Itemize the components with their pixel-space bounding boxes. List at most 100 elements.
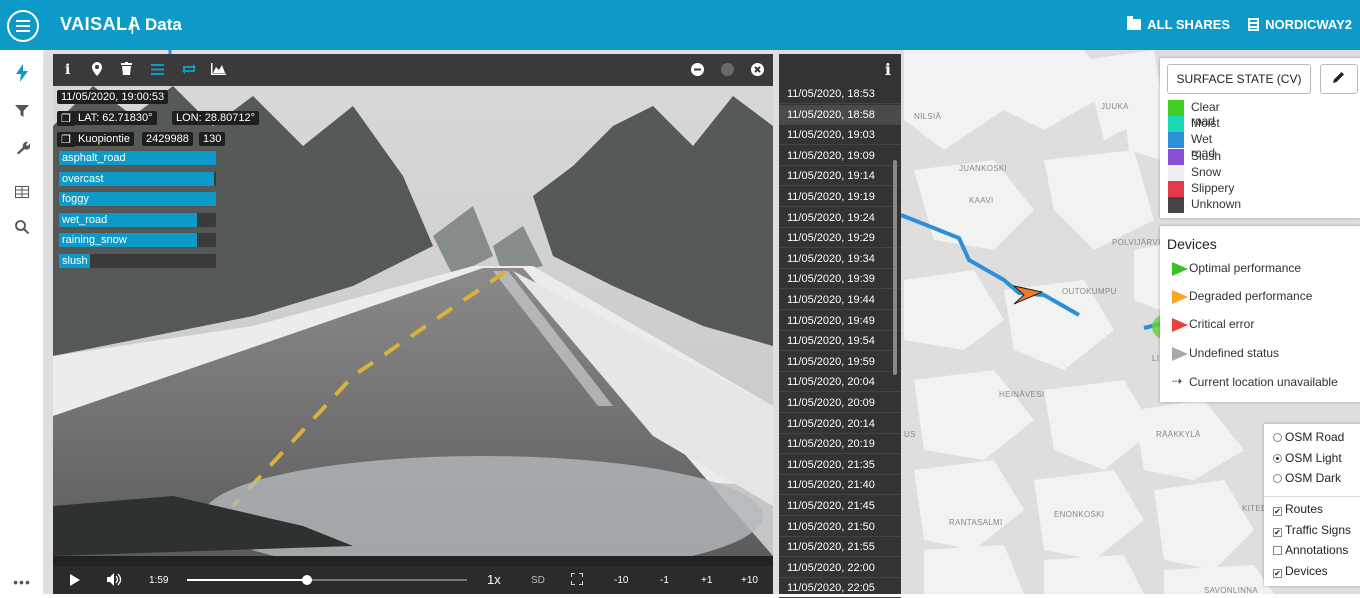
- timestamp-item[interactable]: 11/05/2020, 20:19: [779, 434, 901, 455]
- sidebar: •••: [0, 50, 44, 594]
- timestamp-item[interactable]: 11/05/2020, 22:05: [779, 578, 901, 598]
- timestamp-item[interactable]: 11/05/2020, 19:14: [779, 166, 901, 187]
- legend-swatch: [1168, 132, 1184, 149]
- timestamp-panel: i 11/05/2020, 18:53 11/05/2020, 18:58 11/0…: [779, 54, 901, 598]
- checkbox-icon[interactable]: ✔: [1273, 507, 1282, 516]
- timestamp-scrollbar[interactable]: [893, 160, 897, 375]
- jump-back-10-button[interactable]: -10: [614, 575, 628, 586]
- progress-knob[interactable]: [302, 575, 313, 585]
- quality-button[interactable]: SD: [531, 575, 545, 586]
- timestamp-item[interactable]: 11/05/2020, 19:44: [779, 290, 901, 310]
- device-label: Undefined status: [1189, 345, 1280, 360]
- timestamp-item[interactable]: 11/05/2020, 21:40: [779, 475, 901, 496]
- wrench-icon[interactable]: [12, 140, 32, 160]
- legend-swatch: [1168, 181, 1184, 197]
- map-label: JUANKOSKI: [959, 164, 1008, 173]
- video-viewer: i 11/05/2020, 19:00:53 ❐ LAT: 62.71830° …: [53, 54, 773, 594]
- overlay-layer-option[interactable]: ✔ Traffic Signs: [1273, 523, 1351, 537]
- radio-icon[interactable]: [1273, 433, 1282, 442]
- info-icon[interactable]: i: [885, 60, 891, 79]
- checkbox-icon[interactable]: [1273, 546, 1282, 555]
- restore-icon[interactable]: [721, 63, 734, 76]
- trash-icon[interactable]: [121, 62, 132, 78]
- pencil-icon: [1333, 72, 1344, 83]
- road-video-frame[interactable]: 11/05/2020, 19:00:53 ❐ LAT: 62.71830° LO…: [53, 86, 773, 566]
- list-icon[interactable]: [151, 62, 164, 78]
- overlay-layer-option[interactable]: ✔ Devices: [1273, 564, 1328, 578]
- speed-button[interactable]: 1x: [487, 572, 501, 587]
- timestamp-item[interactable]: 11/05/2020, 19:24: [779, 208, 901, 228]
- progress-bar[interactable]: [187, 575, 467, 585]
- filter-icon[interactable]: [12, 104, 32, 124]
- all-shares-button[interactable]: ALL SHARES: [1127, 16, 1230, 32]
- radio-icon[interactable]: [1273, 474, 1282, 483]
- timestamp-item[interactable]: 11/05/2020, 19:19: [779, 187, 901, 207]
- jump-back-1-button[interactable]: -1: [660, 575, 669, 586]
- minimize-icon[interactable]: [691, 63, 704, 76]
- devices-title: Devices: [1167, 236, 1217, 252]
- repeat-icon[interactable]: [181, 62, 197, 78]
- radio-icon[interactable]: [1273, 453, 1282, 463]
- overlay-layer-option[interactable]: ✔ Routes: [1273, 502, 1323, 516]
- devices-legend: Devices Optimal performance Degraded perf…: [1160, 226, 1360, 402]
- timestamp-item[interactable]: 11/05/2020, 19:59: [779, 352, 901, 372]
- edit-button[interactable]: [1320, 64, 1358, 94]
- timestamp-item[interactable]: 11/05/2020, 19:54: [779, 331, 901, 352]
- timestamp-item[interactable]: 11/05/2020, 22:00: [779, 558, 901, 578]
- timestamp-item[interactable]: 11/05/2020, 21:50: [779, 517, 901, 537]
- location-pin-icon[interactable]: [91, 62, 103, 79]
- timestamp-item[interactable]: 11/05/2020, 21:45: [779, 496, 901, 516]
- device-arrow-icon: [1172, 318, 1188, 333]
- play-icon[interactable]: [70, 574, 80, 589]
- device-unavailable-label: Current location unavailable: [1189, 375, 1338, 389]
- checkbox-icon[interactable]: ✔: [1273, 527, 1282, 537]
- label-bar-text: slush: [62, 255, 88, 267]
- jump-forward-10-button[interactable]: +10: [741, 575, 758, 586]
- timestamp-item[interactable]: 11/05/2020, 19:09: [779, 146, 901, 166]
- search-icon[interactable]: [12, 220, 32, 240]
- timestamp-item[interactable]: 11/05/2020, 19:03: [779, 125, 901, 146]
- timestamp-item[interactable]: 11/05/2020, 20:14: [779, 414, 901, 434]
- info-icon[interactable]: i: [65, 62, 70, 78]
- timestamp-item[interactable]: 11/05/2020, 20:04: [779, 372, 901, 393]
- close-icon[interactable]: [751, 63, 764, 76]
- timestamp-item[interactable]: 11/05/2020, 19:34: [779, 249, 901, 269]
- timestamp-item[interactable]: 11/05/2020, 21:35: [779, 455, 901, 475]
- more-icon[interactable]: •••: [12, 572, 32, 592]
- timestamp-item[interactable]: 11/05/2020, 18:53: [779, 84, 901, 104]
- app-title: Data: [145, 15, 182, 34]
- table-icon[interactable]: [12, 184, 32, 204]
- base-layer-option[interactable]: OSM Road: [1273, 430, 1344, 444]
- timestamp-item[interactable]: 11/05/2020, 20:09: [779, 393, 901, 413]
- device-label: Optimal performance: [1189, 261, 1302, 275]
- map-label: RÄÄKKYLÄ: [1156, 430, 1201, 439]
- bolt-icon[interactable]: [12, 64, 32, 84]
- timestamp-item[interactable]: 11/05/2020, 19:49: [779, 311, 901, 331]
- org-button[interactable]: NORDICWAY2: [1248, 17, 1352, 32]
- road-num-tag: 130: [199, 132, 226, 146]
- map-label: ENONKOSKI: [1054, 510, 1105, 519]
- label-bar-text: raining_snow: [62, 234, 127, 247]
- timestamp-item[interactable]: 11/05/2020, 19:29: [779, 228, 901, 249]
- copy-coords-icon[interactable]: ❐: [57, 111, 75, 126]
- timestamp-item[interactable]: 11/05/2020, 21:55: [779, 537, 901, 558]
- label-bar-text: asphalt_road: [62, 152, 126, 164]
- fullscreen-icon[interactable]: [570, 572, 584, 588]
- overlay-layer-option[interactable]: Annotations: [1273, 543, 1348, 557]
- volume-icon[interactable]: [107, 573, 123, 589]
- jump-forward-1-button[interactable]: +1: [701, 575, 712, 586]
- building-icon: [1248, 18, 1260, 31]
- base-layer-option[interactable]: OSM Light: [1273, 451, 1342, 465]
- map-label: KAAVI: [969, 196, 994, 205]
- chart-icon[interactable]: [211, 62, 226, 78]
- timestamp-item[interactable]: 11/05/2020, 19:39: [779, 269, 901, 290]
- map-label: NILSIÄ: [914, 112, 942, 121]
- timestamp-item[interactable]: 11/05/2020, 18:58: [779, 104, 901, 125]
- checkbox-icon[interactable]: ✔: [1273, 568, 1282, 578]
- map-label: HEINÄVESI: [999, 390, 1045, 399]
- base-layer-option[interactable]: OSM Dark: [1273, 471, 1341, 485]
- copy-road-icon[interactable]: ❐: [57, 132, 75, 147]
- menu-icon[interactable]: [7, 10, 39, 42]
- lat-tag: LAT: 62.71830°: [74, 111, 157, 125]
- surface-state-button[interactable]: SURFACE STATE (CV): [1167, 64, 1311, 94]
